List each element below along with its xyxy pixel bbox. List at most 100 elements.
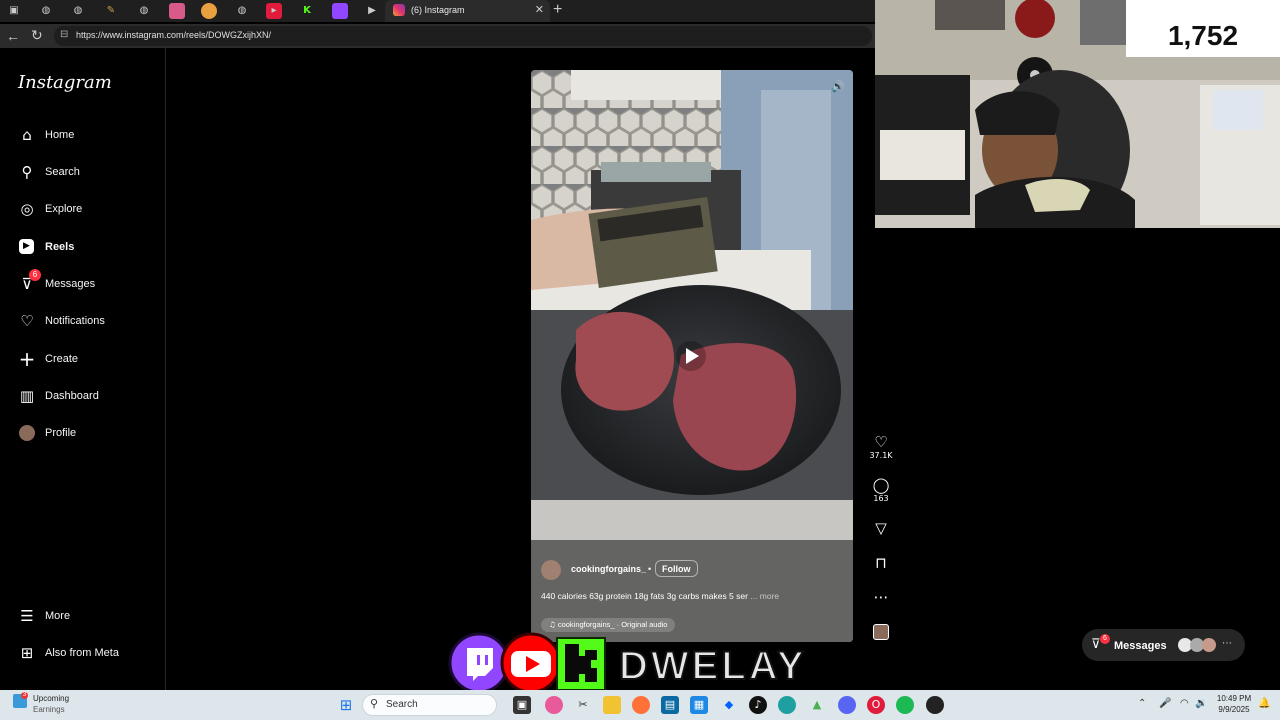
messages-label: Messages — [1114, 640, 1167, 652]
tab-instagram[interactable]: (6) Instagram ✕ — [385, 0, 550, 22]
widget-badge: 3 — [21, 692, 28, 699]
ellipsis-icon: ⋯ — [873, 588, 889, 606]
nav-label: Create — [45, 353, 79, 365]
like-button[interactable]: ♡ 37.1K — [866, 434, 896, 460]
site-info-icon[interactable]: ⊟ — [60, 29, 68, 40]
nav-more[interactable]: ☰ More — [18, 605, 158, 629]
nav-label: Reels — [45, 241, 75, 253]
taskbar-search-box[interactable] — [362, 694, 497, 716]
taskbar-search-label[interactable]: Search — [386, 699, 418, 710]
instagram-logo[interactable]: Instagram — [18, 72, 112, 93]
copilot-icon[interactable] — [545, 696, 563, 714]
globe-tab-icon[interactable]: ◍ — [136, 3, 152, 19]
kick-tab-icon[interactable]: K — [299, 3, 315, 19]
reels-icon: ▶ — [19, 239, 34, 254]
share-button[interactable]: ▽ — [866, 520, 896, 536]
volume-icon[interactable]: 🔉 — [1195, 698, 1207, 709]
nav-label: Notifications — [45, 315, 105, 327]
comment-count: 163 — [873, 494, 889, 503]
volume-icon[interactable]: 🔊 — [831, 80, 845, 93]
widget-subtitle[interactable]: Earnings — [33, 705, 65, 714]
save-button[interactable]: ⊓ — [866, 555, 896, 571]
snipping-icon[interactable]: ✂ — [574, 696, 592, 714]
app-icon[interactable] — [926, 696, 944, 714]
notification-bell-icon[interactable]: 🔔 — [1258, 698, 1270, 709]
tiktok-icon[interactable]: ♪ — [749, 696, 767, 714]
viewer-count: 1,752 — [1167, 20, 1239, 51]
nav-reels[interactable]: ▶ Reels — [18, 236, 158, 260]
nav-label: Profile — [45, 427, 77, 439]
like-count: 37.1K — [869, 451, 893, 460]
task-view-icon[interactable]: ▣ — [513, 696, 531, 714]
meta-icon: ⊞ — [20, 644, 34, 662]
send-tab-icon[interactable]: ▶ — [364, 3, 380, 19]
twitch-tab-icon[interactable] — [332, 3, 348, 19]
clock-date[interactable]: 9/9/2025 — [1209, 705, 1259, 714]
widget-title[interactable]: Upcoming — [33, 694, 69, 703]
clock-time[interactable]: 10:49 PM — [1209, 694, 1259, 703]
nav-search[interactable]: ⚲ Search — [18, 161, 158, 185]
discord-icon[interactable] — [838, 696, 856, 714]
pen-tab-icon[interactable]: ✎ — [103, 3, 119, 19]
globe-tab-icon[interactable]: ◍ — [234, 3, 250, 19]
nav-messages[interactable]: ⊽ 6 Messages — [18, 269, 158, 297]
chat-avatar — [1202, 638, 1216, 652]
nav-label: More — [45, 610, 71, 622]
menu-icon: ☰ — [20, 607, 34, 625]
reload-icon[interactable]: ↻ — [31, 27, 43, 44]
nav-notifications[interactable]: ♡ Notifications — [18, 310, 158, 334]
ellipsis-icon: ⋯ — [1222, 638, 1232, 649]
new-tab-button[interactable]: + — [553, 1, 562, 19]
edge-icon[interactable] — [778, 696, 796, 714]
nav-label: Dashboard — [45, 390, 99, 402]
close-icon[interactable]: ✕ — [535, 3, 544, 16]
audio-chip[interactable]: ♫ cookingforgains_ · Original audio — [541, 618, 676, 632]
messages-badge: 6 — [29, 269, 41, 281]
cookie-tab-icon[interactable] — [201, 3, 217, 19]
streamer-name: DWELAY — [618, 643, 807, 689]
chevron-up-icon[interactable]: ⌃ — [1138, 698, 1146, 709]
nav-explore[interactable]: ◎ Explore — [18, 198, 158, 222]
author-avatar[interactable] — [541, 560, 561, 580]
youtube-tab-icon[interactable]: ▸ — [266, 3, 282, 19]
tab-actions-icon[interactable]: ▣ — [6, 3, 22, 19]
chart-app-icon[interactable]: ▲ — [808, 696, 826, 714]
opera-icon[interactable]: O — [867, 696, 885, 714]
dropbox-icon[interactable]: ◆ — [720, 696, 738, 714]
home-icon: ⌂ — [22, 126, 32, 144]
follow-button[interactable]: Follow — [655, 560, 698, 577]
globe-tab-icon[interactable]: ◍ — [38, 3, 54, 19]
firefox-icon[interactable] — [632, 696, 650, 714]
search-icon: ⚲ — [21, 163, 33, 181]
reel-caption: 440 calories 63g protein 18g fats 3g car… — [541, 591, 779, 601]
browser-tab-bar: ▣ ◍ ◍ ✎ ◍ ◍ ▸ K ▶ (6) Instagram ✕ + — [0, 0, 875, 22]
reel-video[interactable]: 🔊 cookingforgains_ • Follow 440 calories… — [531, 70, 853, 642]
file-explorer-icon[interactable] — [603, 696, 621, 714]
comment-button[interactable]: ◯ 163 — [866, 477, 896, 503]
caption-more-link[interactable]: ... more — [750, 591, 779, 601]
nav-home[interactable]: ⌂ Home — [18, 124, 158, 148]
plus-icon: + — [18, 347, 36, 371]
back-arrow-icon[interactable]: ← — [6, 28, 20, 44]
avatar — [19, 425, 35, 441]
stream-banner: DWELAY — [447, 632, 879, 694]
nav-also-from-meta[interactable]: ⊞ Also from Meta — [18, 642, 158, 666]
nav-profile[interactable]: Profile — [18, 422, 158, 446]
nav-label: Search — [45, 166, 80, 178]
globe-tab-icon[interactable]: ◍ — [70, 3, 86, 19]
nav-dashboard[interactable]: ▥ Dashboard — [18, 385, 158, 409]
url-text[interactable]: https://www.instagram.com/reels/DOWGZxij… — [76, 30, 271, 40]
calendar-icon[interactable]: ▦ — [690, 696, 708, 714]
more-options-button[interactable]: ⋯ — [866, 589, 896, 605]
windows-start-icon[interactable]: ⊞ — [337, 696, 355, 714]
app-icon[interactable]: ▤ — [661, 696, 679, 714]
spotify-icon[interactable] — [896, 696, 914, 714]
author-username[interactable]: cookingforgains_ — [571, 564, 646, 574]
microphone-icon[interactable]: 🎤 — [1159, 698, 1171, 709]
nav-label: Also from Meta — [45, 647, 119, 659]
bookmark-icon: ⊓ — [875, 554, 887, 572]
site-tab-icon[interactable] — [169, 3, 185, 19]
wifi-icon[interactable]: ◠ — [1180, 698, 1189, 709]
messages-badge: 6 — [1100, 634, 1110, 644]
nav-create[interactable]: + Create — [18, 348, 158, 372]
